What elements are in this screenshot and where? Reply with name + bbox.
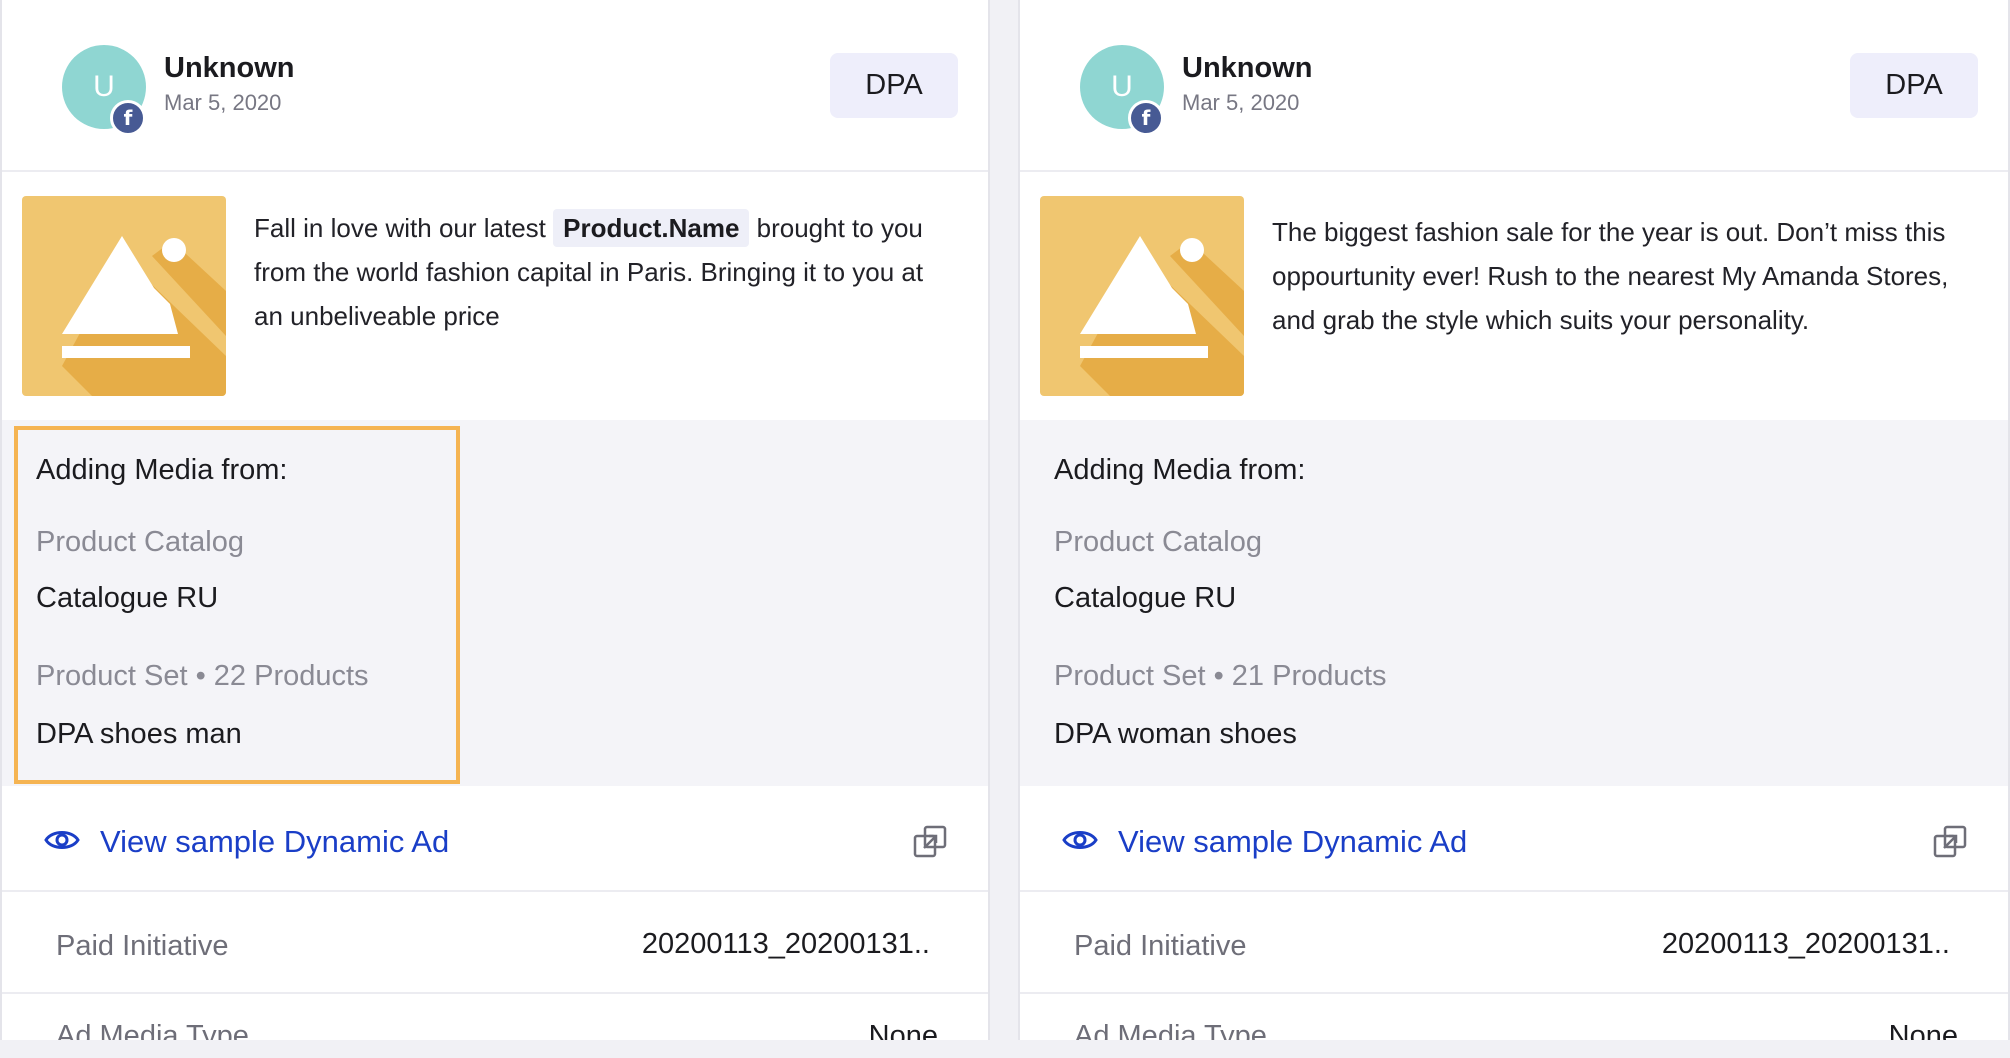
paid-initiative-label: Paid Initiative <box>56 930 229 962</box>
ad-media-type-row: Ad Media Type None <box>1020 996 2008 1040</box>
author-name: Unknown <box>1182 52 1313 84</box>
eye-icon <box>44 831 80 849</box>
media-source-title: Adding Media from: <box>1054 454 1306 486</box>
media-source-title: Adding Media from: <box>36 454 288 486</box>
ad-card-2: U f Unknown Mar 5, 2020 DPA The biggest … <box>1018 0 2010 1040</box>
view-sample-row: View sample Dynamic Ad <box>1020 788 2008 892</box>
product-catalog-value: Catalogue RU <box>1054 582 1237 614</box>
product-set-value: DPA shoes man <box>36 718 242 750</box>
ad-copy-prefix: Fall in love with our latest <box>254 213 546 243</box>
image-placeholder-icon <box>22 196 226 396</box>
product-catalog-label: Product Catalog <box>36 526 244 558</box>
post-date: Mar 5, 2020 <box>164 90 282 115</box>
product-set-label: Product Set • 22 Products <box>36 660 369 692</box>
facebook-icon: f <box>110 100 146 136</box>
product-set-value: DPA woman shoes <box>1054 718 1297 750</box>
dynamic-token: Product.Name <box>553 209 750 247</box>
post-date: Mar 5, 2020 <box>1182 90 1300 115</box>
ad-media-type-label: Ad Media Type <box>1074 1020 1267 1040</box>
paid-initiative-row: Paid Initiative 20200113_20200131.. <box>1020 894 2008 994</box>
paid-initiative-value: 20200113_20200131.. <box>641 928 930 960</box>
ad-copy: The biggest fashion sale for the year is… <box>1272 217 1949 335</box>
product-catalog-label: Product Catalog <box>1054 526 1262 558</box>
ad-card-header: U f Unknown Mar 5, 2020 DPA <box>2 0 988 172</box>
ad-media-type-row: Ad Media Type None <box>2 996 988 1040</box>
view-sample-dynamic-ad-link[interactable]: View sample Dynamic Ad <box>1118 824 1467 860</box>
ad-content: Fall in love with our latest Product.Nam… <box>2 174 988 418</box>
ad-copy: Fall in love with our latest Product.Nam… <box>254 206 958 338</box>
ad-content: The biggest fashion sale for the year is… <box>1020 174 2008 418</box>
ad-type-badge: DPA <box>1850 53 1978 118</box>
ad-media-type-label: Ad Media Type <box>56 1020 249 1040</box>
view-sample-row: View sample Dynamic Ad <box>2 788 988 892</box>
eye-icon <box>1062 831 1098 849</box>
author-name: Unknown <box>164 52 295 84</box>
ad-card-1: U f Unknown Mar 5, 2020 DPA Fall in love… <box>0 0 990 1040</box>
ad-media-type-value: None <box>1888 1020 1958 1040</box>
open-in-new-icon[interactable] <box>912 824 948 860</box>
ad-type-badge: DPA <box>830 53 958 118</box>
facebook-icon: f <box>1128 100 1164 136</box>
view-sample-dynamic-ad-link[interactable]: View sample Dynamic Ad <box>100 824 449 860</box>
media-source-section: Adding Media from: Product Catalog Catal… <box>2 420 988 786</box>
product-catalog-value: Catalogue RU <box>36 582 219 614</box>
paid-initiative-value: 20200113_20200131.. <box>1661 928 1950 960</box>
paid-initiative-label: Paid Initiative <box>1074 930 1247 962</box>
media-source-section: Adding Media from: Product Catalog Catal… <box>1020 420 2008 786</box>
image-placeholder-icon <box>1040 196 1244 396</box>
open-in-new-icon[interactable] <box>1932 824 1968 860</box>
paid-initiative-row: Paid Initiative 20200113_20200131.. <box>2 894 988 994</box>
product-set-label: Product Set • 21 Products <box>1054 660 1387 692</box>
ad-media-type-value: None <box>868 1020 938 1040</box>
ad-card-header: U f Unknown Mar 5, 2020 DPA <box>1020 0 2008 172</box>
